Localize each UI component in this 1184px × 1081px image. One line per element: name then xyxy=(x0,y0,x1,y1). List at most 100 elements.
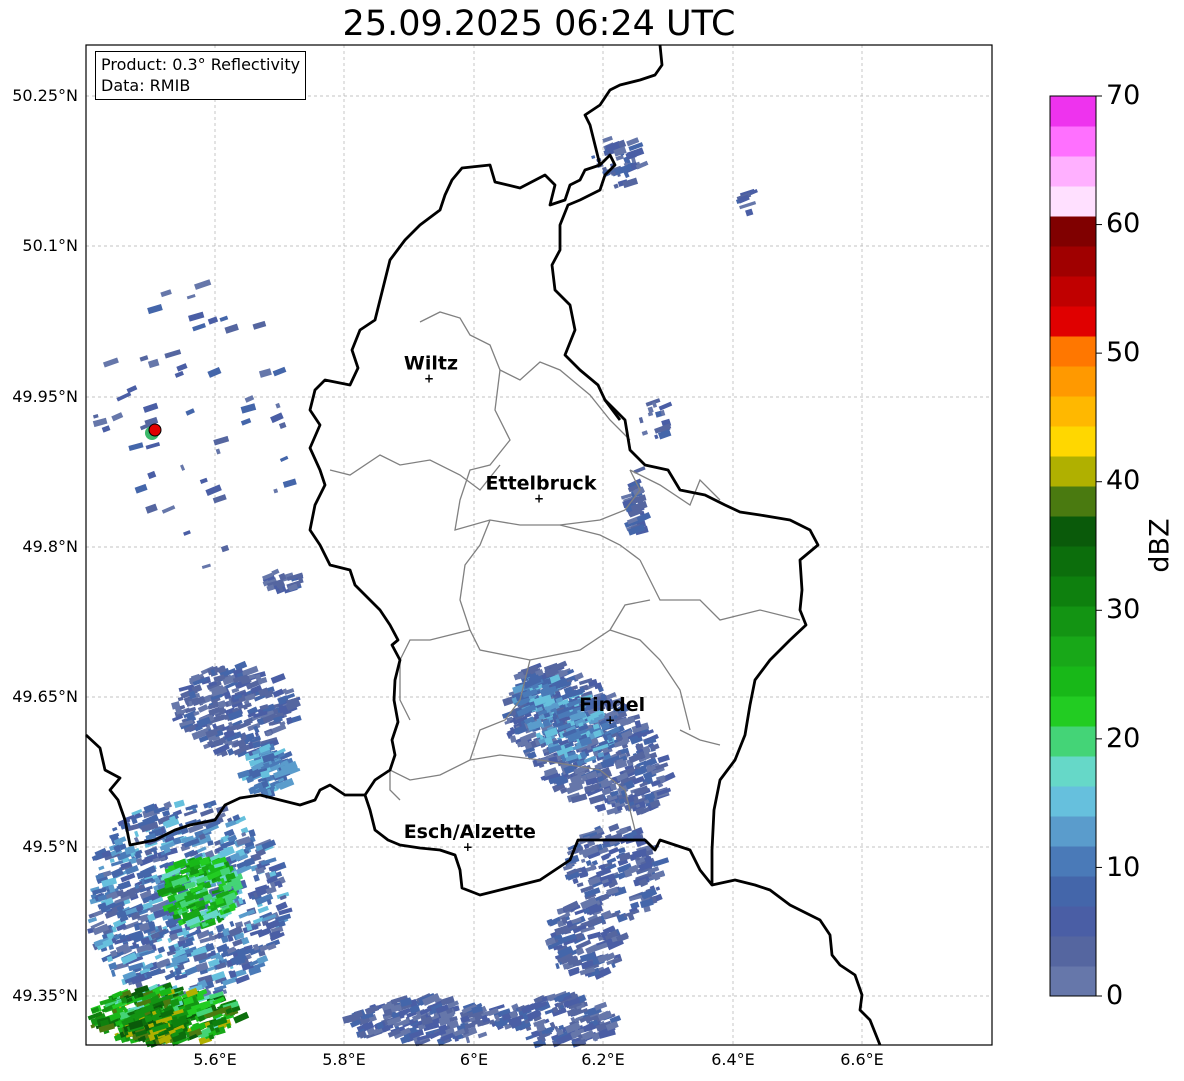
radar-echo-pixel xyxy=(220,544,230,553)
radar-echo-pixel xyxy=(111,412,124,422)
radar-echo-pixel xyxy=(618,851,632,862)
radar-echo-pixel xyxy=(92,414,99,419)
colorbar-tick-label: 40 xyxy=(1106,465,1141,496)
radar-echo-pixel xyxy=(252,320,267,330)
radar-echo-pixel xyxy=(134,483,148,494)
radar-echo-pixel xyxy=(87,916,98,924)
lat-tick-label: 50.25°N xyxy=(12,86,78,105)
colorbar-segment xyxy=(1050,936,1096,967)
radar-echo-pixel xyxy=(635,160,649,170)
colorbar-segment xyxy=(1050,636,1096,667)
radar-echo-pixel xyxy=(465,1036,471,1044)
colorbar-segment xyxy=(1050,126,1096,157)
radar-echo-pixel xyxy=(186,294,196,300)
colorbar-segment xyxy=(1050,906,1096,937)
radar-echo-pixel xyxy=(602,135,613,143)
radar-echo-pixel xyxy=(147,358,160,369)
lat-tick-label: 49.35°N xyxy=(12,986,78,1005)
colorbar-segment xyxy=(1050,756,1096,787)
radar-echo-pixel xyxy=(641,430,649,436)
radar-echo-pixel xyxy=(164,972,176,981)
colorbar-tick-label: 0 xyxy=(1106,980,1124,1011)
radar-echo-pixel xyxy=(98,865,105,871)
colorbar-segment xyxy=(1050,156,1096,187)
radar-echo-pixel xyxy=(745,208,754,217)
radar-echo-pixel xyxy=(176,363,188,372)
radar-echo-pixel xyxy=(625,716,636,725)
radar-map: +Wiltz+Ettelbruck+Findel+Esch/Alzette xyxy=(85,44,1102,1049)
radar-echo-pixel xyxy=(588,793,606,805)
colorbar-segment xyxy=(1050,366,1096,397)
radar-echo-pixel xyxy=(224,323,239,334)
radar-echo-pixel xyxy=(580,858,586,864)
lon-tick-label: 6.2°E xyxy=(581,1050,625,1069)
colorbar-segment xyxy=(1050,546,1096,577)
colorbar-segment xyxy=(1050,396,1096,427)
data-source-label: Data: RMIB xyxy=(101,76,191,95)
radar-echo-pixel xyxy=(258,368,272,378)
colorbar-tick-label: 20 xyxy=(1106,723,1141,754)
radar-echo-pixel xyxy=(655,886,661,891)
radar-echo-pixel xyxy=(270,412,284,424)
colorbar-segment xyxy=(1050,516,1096,547)
colorbar-segment xyxy=(1050,456,1096,487)
colorbar-tick-label: 30 xyxy=(1106,594,1141,625)
radar-echo-pixel xyxy=(622,177,639,189)
colorbar-segment xyxy=(1050,606,1096,637)
radar-echo-pixel xyxy=(109,858,115,864)
radar-echo-pixel xyxy=(477,1031,488,1039)
radar-echo-pixel xyxy=(145,441,161,450)
radar-echo-pixel xyxy=(279,455,289,462)
radar-echo-pixel xyxy=(215,448,221,455)
radar-echo-pixel xyxy=(101,425,111,433)
lat-tick-label: 49.5°N xyxy=(22,837,78,856)
radar-echo-pixel xyxy=(229,920,235,927)
radar-echo-pixel xyxy=(145,503,158,514)
radar-echo-pixel xyxy=(92,417,108,428)
colorbar-tick-label: 50 xyxy=(1106,337,1141,368)
radar-echo-pixel xyxy=(126,385,138,394)
radar-echo-pixel xyxy=(192,323,206,332)
lat-tick-label: 49.95°N xyxy=(12,387,78,406)
city-label: Ettelbruck xyxy=(486,473,597,495)
radar-echo-pixel xyxy=(248,829,256,838)
lon-tick-label: 6°E xyxy=(459,1050,489,1069)
lat-tick-label: 49.8°N xyxy=(22,537,78,556)
colorbar-segment xyxy=(1050,336,1096,367)
lon-tick-label: 5.8°E xyxy=(322,1050,366,1069)
radar-echo-pixel xyxy=(244,395,255,403)
radar-echo-pixel xyxy=(525,1035,534,1041)
colorbar-segment xyxy=(1050,246,1096,277)
product-info-box: Product: 0.3° Reflectivity Data: RMIB xyxy=(95,51,307,100)
radar-echo-pixel xyxy=(596,803,607,813)
radar-echo-pixel xyxy=(509,735,517,743)
radar-echo-pixel xyxy=(102,870,112,878)
radar-echo-pixel xyxy=(161,505,176,514)
colorbar-label: dBZ xyxy=(1144,518,1176,573)
radar-echo-pixel xyxy=(241,936,250,946)
radar-echo-pixel xyxy=(157,946,166,954)
radar-echo-pixel xyxy=(555,962,560,970)
radar-echo-pixel xyxy=(111,826,118,832)
radar-echo-pixel xyxy=(134,830,139,838)
radar-echo-pixel xyxy=(139,355,149,362)
radar-echo-pixel xyxy=(257,905,269,914)
radar-echo-pixel xyxy=(147,470,157,480)
radar-echo-pixel xyxy=(658,401,673,411)
lat-tick-label: 50.1°N xyxy=(22,236,78,255)
lat-tick-label: 49.65°N xyxy=(12,687,78,706)
radar-echo-pixel xyxy=(92,910,103,918)
radar-echo-pixel xyxy=(614,163,633,176)
radar-echo-pixel xyxy=(591,155,596,160)
radar-echo-pixel xyxy=(243,857,256,867)
colorbar-segment xyxy=(1050,576,1096,607)
radar-echo-pixel xyxy=(197,704,209,713)
radar-echo-pixel xyxy=(183,530,191,536)
colorbar xyxy=(1049,95,1102,997)
radar-echo-pixel xyxy=(266,898,272,905)
radar-echo-pixel xyxy=(502,696,515,707)
city-markers: +Wiltz+Ettelbruck+Findel+Esch/Alzette xyxy=(404,352,646,854)
radar-echo-pixel xyxy=(173,799,185,809)
radar-echo-pixel xyxy=(657,754,670,764)
colorbar-segment xyxy=(1050,96,1096,127)
